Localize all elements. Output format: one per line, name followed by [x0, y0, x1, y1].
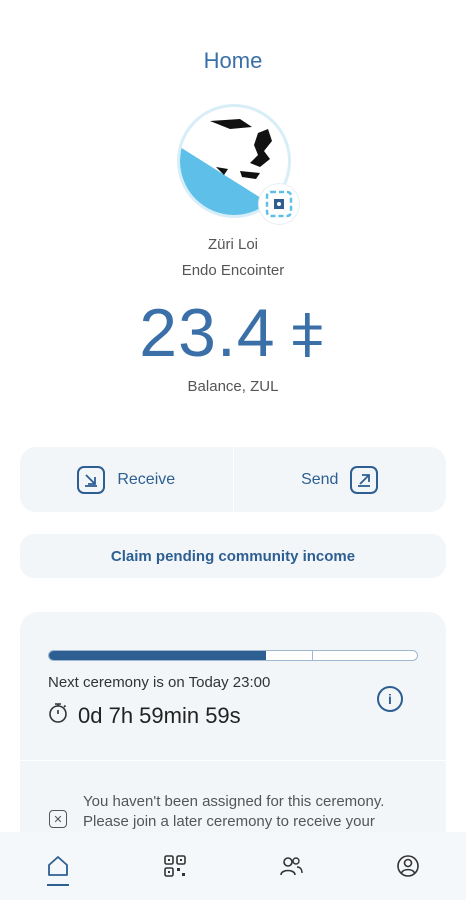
community-avatar[interactable]: [177, 104, 299, 224]
ceremony-progress-bar: [48, 650, 418, 661]
next-ceremony-text: Next ceremony is on Today 23:00: [48, 674, 271, 691]
encointer-name: Endo Encointer: [181, 262, 285, 279]
bottom-navigation: [0, 832, 466, 900]
claim-income-button[interactable]: Claim pending community income: [20, 534, 446, 578]
card-divider: [20, 760, 446, 761]
transfer-actions: Receive Send: [20, 447, 446, 512]
send-label: Send: [301, 470, 339, 488]
qr-code-icon: [163, 855, 186, 877]
balance-label: Balance, ZUL: [187, 378, 279, 395]
balance-amount: 23.4 ⧧: [0, 292, 466, 374]
encointer-badge-icon: [259, 184, 299, 224]
info-icon[interactable]: i: [377, 686, 403, 712]
send-icon: [350, 465, 379, 494]
nav-scan[interactable]: [117, 832, 234, 900]
countdown-value: 0d 7h 59min 59s: [78, 703, 241, 728]
profile-icon: [396, 855, 419, 877]
progress-tick: [312, 651, 314, 660]
close-box-icon: ✕: [49, 810, 67, 828]
balance-value: 23.4: [139, 295, 276, 371]
home-icon: [48, 856, 69, 876]
contacts-icon: [280, 857, 303, 876]
page-title: Home: [203, 48, 263, 73]
progress-fill: [49, 651, 267, 660]
currency-symbol: ⧧: [289, 293, 327, 371]
nav-contacts[interactable]: [233, 832, 350, 900]
community-name: Züri Loi: [207, 236, 259, 253]
receive-button[interactable]: Receive: [20, 447, 233, 512]
stopwatch-icon: [48, 702, 68, 730]
receive-icon: [77, 465, 106, 494]
send-button[interactable]: Send: [234, 447, 447, 512]
assignment-notice: You haven't been assigned for this cerem…: [83, 793, 385, 830]
nav-profile[interactable]: [350, 832, 466, 900]
countdown-timer: 0d 7h 59min 59s: [48, 702, 241, 730]
nav-home[interactable]: [0, 832, 117, 900]
receive-label: Receive: [117, 470, 176, 488]
